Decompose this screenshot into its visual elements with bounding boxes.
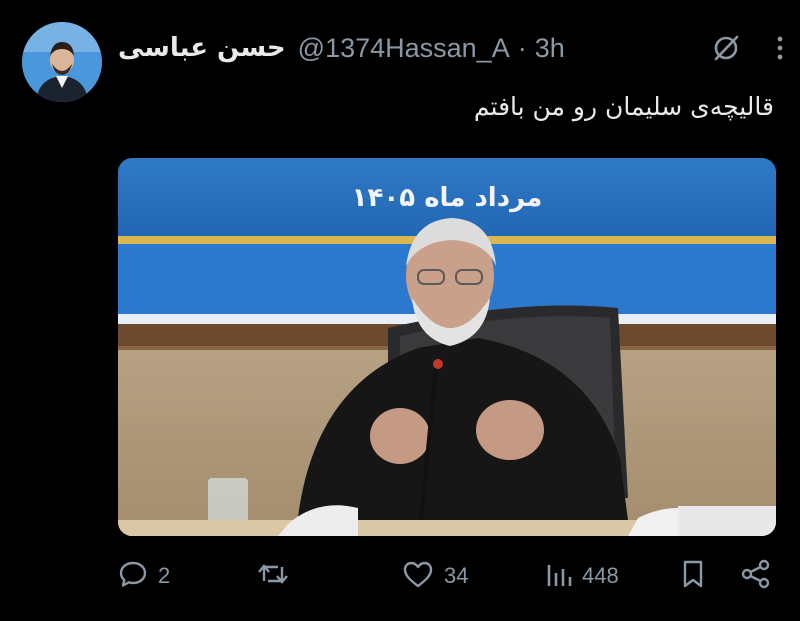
views-count: 448	[582, 563, 619, 588]
like-icon	[402, 559, 434, 593]
grok-icon[interactable]	[712, 34, 740, 62]
views-icon	[546, 559, 572, 593]
reply-button[interactable]: 2	[118, 556, 170, 596]
bookmark-button[interactable]	[680, 556, 706, 596]
banner-caption: مرداد ماه ۱۴۰۵	[351, 183, 543, 213]
bookmark-icon	[680, 559, 706, 593]
retweet-icon	[256, 559, 290, 593]
author-handle[interactable]: @1374Hassan_A	[298, 33, 510, 64]
like-button[interactable]: 34	[402, 556, 468, 596]
tweet-text: قالیچه‌ی سلیمان رو من بافتم	[473, 92, 774, 121]
share-icon	[740, 559, 772, 593]
more-icon[interactable]	[776, 34, 784, 62]
author-name[interactable]: حسن عباسی	[118, 33, 286, 63]
views-button[interactable]: 448	[546, 556, 619, 596]
retweet-button[interactable]	[256, 556, 300, 596]
reply-icon	[118, 559, 148, 593]
like-count: 34	[444, 563, 469, 588]
tweet-time[interactable]: 3h	[535, 33, 565, 64]
share-button[interactable]	[740, 556, 772, 596]
tweet-actions: 2 34 448	[118, 556, 778, 596]
reply-count: 2	[158, 563, 171, 588]
avatar[interactable]	[22, 22, 102, 102]
tweet-image[interactable]: مرداد ماه ۱۴۰۵	[118, 158, 776, 536]
separator-dot: ·	[517, 32, 527, 63]
avatar-image	[22, 22, 102, 102]
tweet-header: حسن عباسی @1374Hassan_A · 3h	[118, 30, 784, 66]
